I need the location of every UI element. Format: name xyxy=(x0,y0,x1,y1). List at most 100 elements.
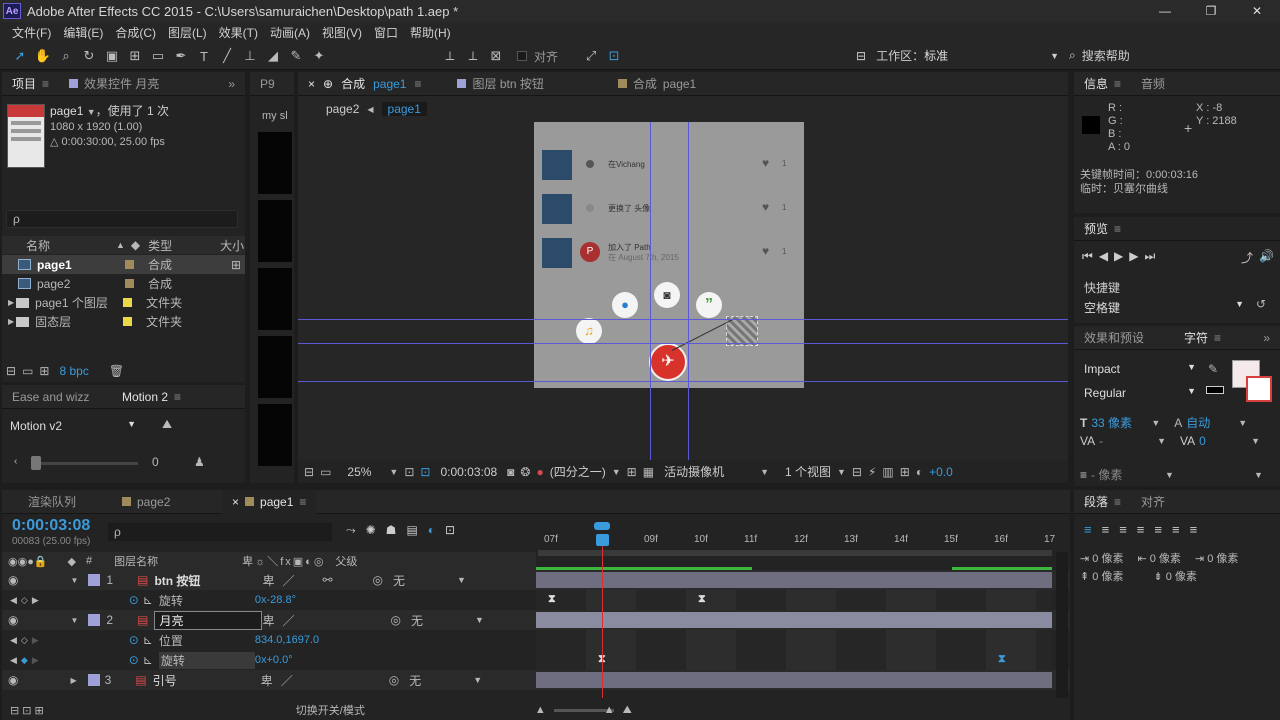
snap-target-icon[interactable]: ⊡ xyxy=(604,46,624,66)
fit-icon[interactable]: ⊡ xyxy=(404,465,414,479)
label-swatch[interactable] xyxy=(88,614,101,626)
pen-tool-icon[interactable]: ✒ xyxy=(171,46,191,66)
frame-blending-icon[interactable]: ▤ xyxy=(406,523,417,538)
graph-icon[interactable]: ⊾ xyxy=(143,593,153,607)
title-safe-icon[interactable]: ⊡ xyxy=(420,465,430,479)
expand-arrow-icon[interactable]: ▼ xyxy=(70,616,78,625)
chevron-down-icon[interactable]: ▼ xyxy=(1157,436,1166,446)
panel-overflow-icon[interactable]: » xyxy=(1253,326,1280,350)
space-before[interactable]: ⇞ 0 像素 xyxy=(1080,568,1123,584)
chevron-down-icon[interactable]: ▼ xyxy=(1251,436,1260,446)
shy-switch-icon[interactable]: 卑 xyxy=(262,572,274,589)
menu-animation[interactable]: 动画(A) xyxy=(264,24,316,41)
show-snapshot-icon[interactable]: ❂ xyxy=(520,465,530,479)
last-frame-icon[interactable]: ⏭ xyxy=(1145,249,1156,266)
leading-input[interactable]: 自动 xyxy=(1186,414,1234,431)
parent-column[interactable]: 父级 xyxy=(335,553,357,569)
shy-switch-icon[interactable]: 卑 xyxy=(262,612,274,629)
menu-effect[interactable]: 效果(T) xyxy=(213,24,264,41)
property-row[interactable]: ◀ ◇ ▶ ⊙ ⊾ 位置 834.0,1697.0 xyxy=(2,630,1070,650)
tab-layer-btn[interactable]: 图层 btn 按钮 xyxy=(447,72,553,96)
fast-preview-icon[interactable]: ⚡ xyxy=(868,465,876,479)
space-after[interactable]: ⇟ 0 像素 xyxy=(1153,568,1196,584)
stopwatch-icon[interactable]: ⊙ xyxy=(129,593,139,607)
keyframe-nav-prev-icon[interactable]: ◀ xyxy=(10,595,17,606)
tab-render-queue[interactable]: 渲染队列 xyxy=(2,490,112,514)
play-icon[interactable]: ▶ xyxy=(1114,249,1123,266)
zoom-in-icon[interactable]: ⛰ xyxy=(623,704,632,717)
layer-name-column[interactable]: 图层名称 xyxy=(114,553,242,569)
layer-duration-bar[interactable] xyxy=(536,572,1052,588)
axis-local-icon[interactable]: ⟂ xyxy=(440,46,460,66)
layer-row[interactable]: ◉ ▶ 3 ▤ 引号 卑 ／ ◎ 无 ▼ xyxy=(2,670,1070,690)
align-left-icon[interactable]: ≡ xyxy=(1084,522,1092,537)
keyframe-add-icon[interactable]: ◇ xyxy=(21,635,28,646)
playhead[interactable] xyxy=(602,536,603,698)
resolution-select[interactable]: (四分之一) xyxy=(550,463,606,480)
shy-icon[interactable]: ☗ xyxy=(386,523,397,538)
indent-right[interactable]: ⇤ 0 像素 xyxy=(1137,550,1180,566)
pan-behind-tool-icon[interactable]: ⊞ xyxy=(125,46,145,66)
minimize-button[interactable]: — xyxy=(1142,0,1188,22)
timeline-icon[interactable]: ▥ xyxy=(882,465,893,479)
exposure-icon[interactable]: ◐ xyxy=(916,465,923,479)
location-icon[interactable]: ● xyxy=(612,292,638,318)
tab-effects-presets[interactable]: 效果和预设 xyxy=(1074,326,1174,350)
menu-composition[interactable]: 合成(C) xyxy=(109,24,162,41)
trash-icon[interactable]: 🗑 xyxy=(109,364,124,378)
comp-viewer[interactable]: 在Vichang ♥ 1 更换了 头像 ♥ 1 P 加入了 Path 在 Aug… xyxy=(298,122,1068,460)
rotate-tool-icon[interactable]: ↻ xyxy=(79,46,99,66)
keyframe[interactable]: ⧗ xyxy=(998,653,1006,666)
flowchart-icon[interactable]: ⊞ xyxy=(900,465,910,479)
timeline-search-input[interactable]: ρ xyxy=(108,523,332,541)
keyframe-nav-prev-icon[interactable]: ◀ xyxy=(10,635,17,646)
keyframe[interactable]: ⧗ xyxy=(698,593,706,606)
clone-stamp-tool-icon[interactable]: ⊥ xyxy=(240,46,260,66)
graph-icon[interactable]: ⊾ xyxy=(143,653,153,667)
chevron-down-icon[interactable]: ▼ xyxy=(837,467,846,477)
chevron-down-icon[interactable]: ▼ xyxy=(1151,418,1160,428)
slider-handle[interactable] xyxy=(31,456,41,470)
tab-page1[interactable]: × page1 ≡ xyxy=(222,490,317,514)
align-right-icon[interactable]: ≡ xyxy=(1119,522,1127,537)
chevron-left-icon[interactable]: ‹ xyxy=(14,456,17,467)
timeline-scrollbar[interactable] xyxy=(1056,552,1068,698)
close-button[interactable]: ✕ xyxy=(1234,0,1280,22)
axis-view-icon[interactable]: ⊠ xyxy=(486,46,506,66)
quote-icon[interactable]: ” xyxy=(696,292,722,318)
keyframe-add-icon[interactable]: ◇ xyxy=(21,595,28,606)
close-icon[interactable]: × xyxy=(232,490,239,514)
roto-brush-tool-icon[interactable]: ✎ xyxy=(286,46,306,66)
justify-left-icon[interactable]: ≡ xyxy=(1137,522,1145,537)
keyframe[interactable]: ⧗ xyxy=(548,593,556,606)
tab-effect-controls[interactable]: 效果控件 月亮 xyxy=(59,72,169,96)
kerning-input[interactable]: - xyxy=(1099,434,1153,448)
flowchart-icon[interactable]: ⊞ xyxy=(231,258,241,272)
tab-composition-page1-2[interactable]: 合成 page1 xyxy=(608,72,706,96)
eyedropper-icon[interactable]: ✎ xyxy=(1208,362,1218,376)
comp-flowchart-icon[interactable]: ⤳ xyxy=(346,523,356,538)
chevron-down-icon[interactable]: ▼ xyxy=(389,467,398,477)
panel-overflow-icon[interactable]: » xyxy=(218,72,245,96)
search-help-input[interactable]: 搜索帮助 xyxy=(1082,47,1130,64)
pin-icon[interactable]: ♟ xyxy=(194,455,205,469)
camera-tool-icon[interactable]: ▣ xyxy=(102,46,122,66)
project-search-input[interactable]: ρ xyxy=(6,210,238,228)
monitor-icon[interactable]: ▭ xyxy=(320,465,331,479)
snap-icon[interactable]: ⤢ xyxy=(581,46,601,66)
slider-value[interactable]: 0 xyxy=(152,455,159,469)
indent-first[interactable]: ⇥ 0 像素 xyxy=(1195,550,1238,566)
stroke-style-select[interactable]: ▼ xyxy=(1254,470,1263,480)
chevron-down-icon[interactable]: ▼ xyxy=(760,467,769,477)
layer-row[interactable]: ◉ ▼ 2 ▤ 月亮 卑 ／ ◎ 无 ▼ xyxy=(2,610,1070,630)
chevron-down-icon[interactable]: ▼ xyxy=(1238,418,1247,428)
channel-icon[interactable]: ● xyxy=(536,465,543,479)
hand-tool-icon[interactable]: ✋ xyxy=(33,46,53,66)
work-area-bar[interactable] xyxy=(538,550,1052,556)
tab-preview[interactable]: 预览 ≡ xyxy=(1074,217,1131,241)
menu-help[interactable]: 帮助(H) xyxy=(404,24,457,41)
exposure-value[interactable]: +0.0 xyxy=(929,465,953,479)
snapshot-icon[interactable]: ◙ xyxy=(507,465,514,479)
expand-arrow-icon[interactable]: ▼ xyxy=(70,576,78,585)
audio-icon[interactable]: 🔊 xyxy=(1259,249,1274,266)
